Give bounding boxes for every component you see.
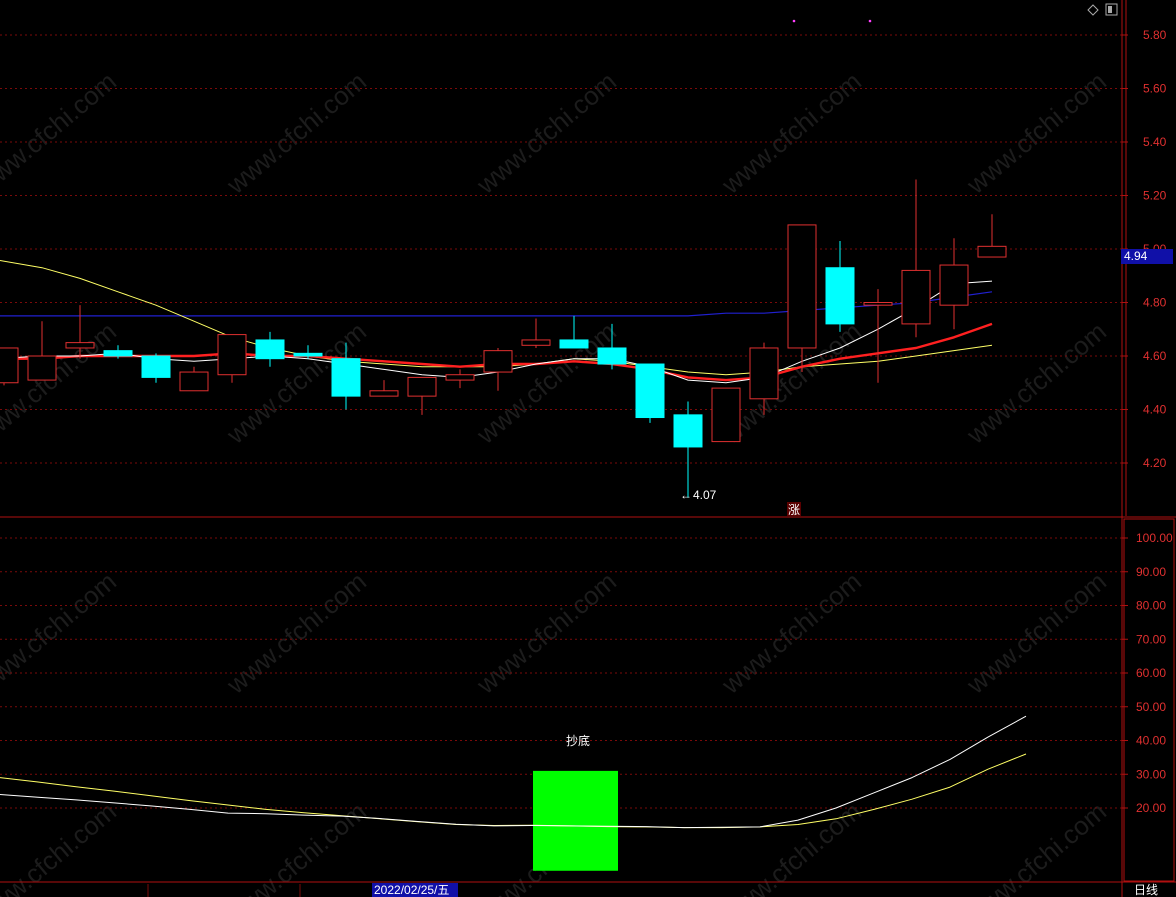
indicator-axis-labels: 100.00 90.00 80.00 70.00 60.00 50.00 40.00 30.0… [1122, 531, 1173, 815]
candle [369, 380, 399, 397]
top-right-controls[interactable] [1087, 3, 1118, 16]
indicator-tick-label: 70.00 [1136, 632, 1166, 646]
indicator-yellow-line [0, 753, 1027, 829]
low-annotation: ← 4.07 [680, 488, 717, 502]
indicator-tick-label: 50.00 [1136, 700, 1166, 714]
watermark-text: www.cfchi.com [960, 66, 1112, 200]
current-price-tag: 4.94 [1121, 249, 1173, 264]
date-label: 2022/02/25/五 [374, 883, 449, 897]
candle-body-up [977, 245, 1007, 258]
candle-body-up [863, 302, 893, 306]
candle [901, 179, 931, 338]
candle-body-down [559, 339, 589, 349]
signal-label: 抄底 [566, 733, 590, 748]
candle-body-down [103, 350, 133, 357]
candle-body-up [711, 387, 741, 443]
watermark-text: www.cfchi.com [0, 66, 122, 200]
candle-body-up [369, 390, 399, 397]
candle-body-up [483, 350, 513, 373]
candle [445, 369, 475, 389]
price-tick-label: 5.20 [1143, 189, 1167, 203]
indicator-tick-label: 60.00 [1136, 666, 1166, 680]
watermark-text: www.cfchi.com [960, 566, 1112, 700]
candle-body-down [255, 339, 285, 360]
price-tick-label: 5.60 [1143, 82, 1167, 96]
indicator-panel [0, 715, 1027, 871]
candle-body-down [293, 352, 323, 357]
indicator-tick-label: 80.00 [1136, 599, 1166, 613]
candle-body-up [787, 224, 817, 349]
watermark-text: www.cfchi.com [470, 66, 622, 200]
grid-lines [0, 34, 1122, 897]
panel-frames [0, 0, 1176, 897]
indicator-tick-label: 20.00 [1136, 801, 1166, 815]
candle [635, 363, 665, 423]
candle-body-down [825, 267, 855, 325]
price-tick-label: 4.20 [1143, 456, 1167, 470]
candle [825, 240, 855, 332]
period-tab[interactable]: 日线 [1124, 883, 1174, 897]
candle [673, 401, 703, 498]
rise-marker-label: 涨 [788, 502, 800, 517]
price-tick-label: 5.80 [1143, 28, 1167, 42]
watermark-text: www.cfchi.com [470, 316, 622, 450]
low-annotation-value: 4.07 [693, 488, 717, 502]
watermark-text: www.cfchi.com [960, 316, 1112, 450]
candle-body-down [141, 355, 171, 378]
candle [863, 289, 893, 383]
candle [939, 238, 969, 330]
candle [977, 214, 1007, 258]
candle [711, 387, 741, 443]
period-label[interactable]: 日线 [1134, 883, 1158, 897]
watermark-text: www.cfchi.com [220, 66, 372, 200]
candle-body-up [217, 334, 247, 376]
price-tick-label: 4.40 [1143, 403, 1167, 417]
top-marker-dot [792, 19, 796, 23]
candle-body-down [635, 363, 665, 419]
indicator-tick-label: 90.00 [1136, 565, 1166, 579]
candle-body-up [179, 371, 209, 392]
watermark-text: www.cfchi.com [220, 566, 372, 700]
candle-body-up [445, 374, 475, 381]
indicator-tick-label: 30.00 [1136, 767, 1166, 781]
candle-body-up [939, 264, 969, 306]
candle [179, 366, 209, 392]
candle-body-up [65, 342, 95, 349]
current-price-value: 4.94 [1124, 249, 1148, 263]
candle-body-up [0, 347, 19, 384]
candle-body-down [331, 358, 361, 397]
watermark-text: www.cfchi.com [715, 66, 867, 200]
rise-marker: 涨 [787, 502, 801, 517]
date-tag: 2022/02/25/五 [372, 883, 458, 897]
watermark-text: www.cfchi.com [715, 566, 867, 700]
svg-text:←: ← [680, 488, 692, 502]
candle-body-up [407, 376, 437, 397]
candle [0, 347, 19, 386]
watermark-text: www.cfchi.com [470, 566, 622, 700]
candle-body-up [521, 339, 551, 346]
candle [255, 331, 285, 367]
candle [217, 334, 247, 383]
watermark-text: www.cfchi.com [0, 566, 122, 700]
candle-body-down [597, 347, 627, 365]
indicator-white-line [0, 715, 1027, 829]
candle-body-up [749, 347, 779, 400]
diamond-icon[interactable] [1087, 4, 1099, 16]
top-markers [792, 19, 872, 23]
price-tick-label: 4.80 [1143, 296, 1167, 310]
candle [521, 318, 551, 348]
top-marker-dot [868, 19, 872, 23]
signal-bar [533, 770, 618, 871]
candle [141, 353, 171, 383]
candle-body-up [901, 269, 931, 325]
candle-body-up [27, 355, 57, 381]
candle [483, 347, 513, 391]
stock-chart-canvas: www.cfchi.com www.cfchi.com www.cfchi.com w… [0, 0, 1176, 897]
indicator-tick-label: 40.00 [1136, 734, 1166, 748]
price-tick-label: 4.60 [1143, 349, 1167, 363]
indicator-tick-label: 100.00 [1136, 531, 1173, 545]
candle [27, 321, 57, 381]
candle-body-down [673, 414, 703, 448]
price-tick-label: 5.40 [1143, 135, 1167, 149]
